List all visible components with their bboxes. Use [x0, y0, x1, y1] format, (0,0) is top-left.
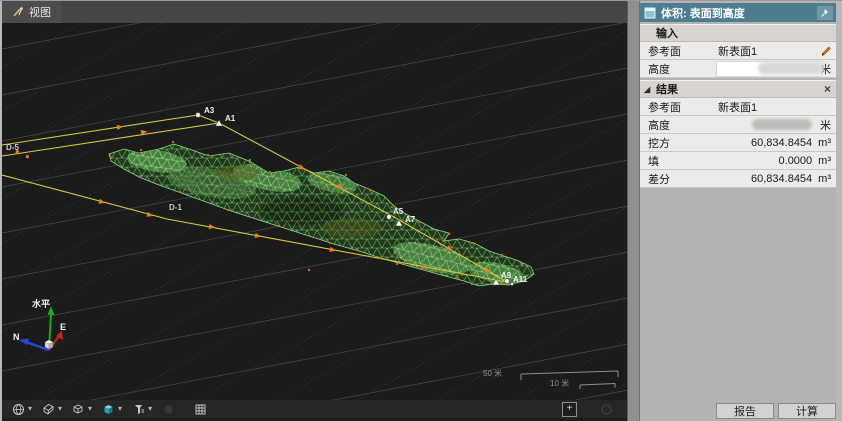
row-label: 参考面 — [640, 99, 718, 115]
label-a5: A5 — [393, 207, 404, 216]
edit-pencil-icon[interactable] — [820, 45, 832, 57]
collapse-icon[interactable]: ◢ — [644, 85, 650, 94]
scene-svg: D-5 A3 A1 D-1 A5 A7 A9 A11 — [2, 23, 627, 400]
label-d1: D-1 — [169, 203, 182, 212]
row-result-cut: 挖方 60,834.8454 m³ — [640, 134, 836, 152]
pin-icon[interactable] — [817, 6, 833, 20]
disabled-pan-icon — [599, 402, 613, 416]
row-label: 填 — [640, 153, 718, 169]
section-input-header[interactable]: 输入 — [640, 24, 836, 42]
app-window: 视图 — [0, 0, 842, 421]
grid-icon — [194, 403, 207, 416]
clear-results-icon[interactable]: × — [824, 82, 831, 96]
reference-surface-value[interactable]: 新表面1 — [718, 43, 836, 59]
axis-up-label: 水平 — [32, 298, 50, 309]
result-reference-surface-value: 新表面1 — [718, 99, 836, 115]
label-a7: A7 — [405, 215, 416, 224]
panel-header[interactable]: 体积: 表面到高度 — [640, 3, 836, 22]
tab-view[interactable]: 视图 — [2, 1, 61, 23]
shading-button[interactable] — [101, 402, 115, 416]
zoom-extents-plus-icon: + — [567, 404, 573, 414]
disabled-tool-icon — [161, 402, 175, 416]
grid-toggle-button[interactable] — [193, 402, 207, 416]
row-input-reference-surface: 参考面 新表面1 — [640, 42, 836, 60]
window-right-border — [836, 1, 842, 421]
prism-icon — [42, 403, 55, 416]
section-results-label: 结果 — [656, 81, 678, 97]
row-result-elevation: 高度 米 — [640, 116, 836, 134]
axis-east-label: E — [60, 322, 66, 332]
view-orientation-caret-icon[interactable]: ▾ — [58, 405, 62, 413]
cut-volume-value: 60,834.8454 — [718, 137, 812, 149]
panel-icon — [644, 7, 656, 19]
display-mode-caret-icon[interactable]: ▾ — [28, 405, 32, 413]
surface-style-caret-icon[interactable]: ▾ — [88, 405, 92, 413]
result-elevation-unit: 米 — [814, 117, 836, 133]
label-a11: A11 — [513, 275, 528, 284]
row-result-reference-surface: 参考面 新表面1 — [640, 98, 836, 116]
shaded-cube-icon — [102, 403, 115, 416]
shading-caret-icon[interactable]: ▾ — [118, 405, 122, 413]
row-label: 高度 — [640, 117, 718, 133]
cube-outline-icon — [72, 403, 84, 415]
label-a3: A3 — [204, 106, 215, 115]
panel-splitter[interactable] — [627, 1, 640, 421]
section-input-label: 输入 — [656, 25, 678, 41]
tab-view-label: 视图 — [29, 4, 51, 20]
row-label: 差分 — [640, 171, 718, 187]
filter-icon — [132, 403, 145, 416]
filter-button[interactable] — [131, 402, 145, 416]
fill-volume-value: 0.0000 — [718, 155, 812, 167]
panel-footer: 报告 计算 — [716, 403, 836, 419]
difference-volume-value: 60,834.8454 — [718, 173, 812, 185]
volume-panel: 体积: 表面到高度 输入 参考面 新表面1 高度 米 — [640, 1, 836, 421]
viewport-column: 视图 — [2, 1, 627, 421]
view-orientation-button[interactable] — [41, 402, 55, 416]
calculate-button[interactable]: 计算 — [778, 403, 836, 419]
label-d5: D-5 — [6, 143, 19, 152]
panel-title: 体积: 表面到高度 — [661, 5, 817, 21]
row-label: 挖方 — [640, 135, 718, 151]
zoom-extents-button[interactable]: + — [562, 402, 577, 417]
label-a1: A1 — [225, 114, 236, 123]
difference-volume-unit: m³ — [812, 173, 836, 185]
label-a9: A9 — [501, 271, 512, 280]
filter-caret-icon[interactable]: ▾ — [148, 405, 152, 413]
view-tab-icon — [12, 6, 24, 18]
terrain-mesh[interactable] — [109, 144, 534, 289]
scale-bar-10m: 10 米 — [550, 378, 615, 389]
viewport-toolbar: ▾ ▾ ▾ ▾ — [2, 400, 627, 418]
scale-bar-50m-label: 50 米 — [483, 368, 502, 378]
fill-volume-unit: m³ — [812, 155, 836, 167]
display-mode-globe-icon — [12, 403, 25, 416]
surface-style-button[interactable] — [71, 402, 85, 416]
row-label: 参考面 — [640, 43, 718, 59]
row-input-elevation: 高度 米 — [640, 60, 836, 78]
display-mode-button[interactable] — [11, 402, 25, 416]
cut-volume-unit: m³ — [812, 137, 836, 149]
viewport-3d[interactable]: D-5 A3 A1 D-1 A5 A7 A9 A11 — [2, 23, 627, 400]
redacted-value — [752, 119, 812, 130]
axis-north-label: N — [13, 332, 20, 342]
scale-bar-10m-label: 10 米 — [550, 378, 569, 388]
row-result-difference: 差分 60,834.8454 m³ — [640, 170, 836, 188]
row-label: 高度 — [640, 61, 718, 77]
report-button[interactable]: 报告 — [716, 403, 774, 419]
axis-triad: 水平 N E — [13, 298, 66, 350]
view-tab-bar: 视图 — [2, 1, 627, 23]
row-result-fill: 填 0.0000 m³ — [640, 152, 836, 170]
redacted-value — [758, 62, 824, 75]
section-results-header[interactable]: ◢ 结果 × — [640, 80, 836, 98]
